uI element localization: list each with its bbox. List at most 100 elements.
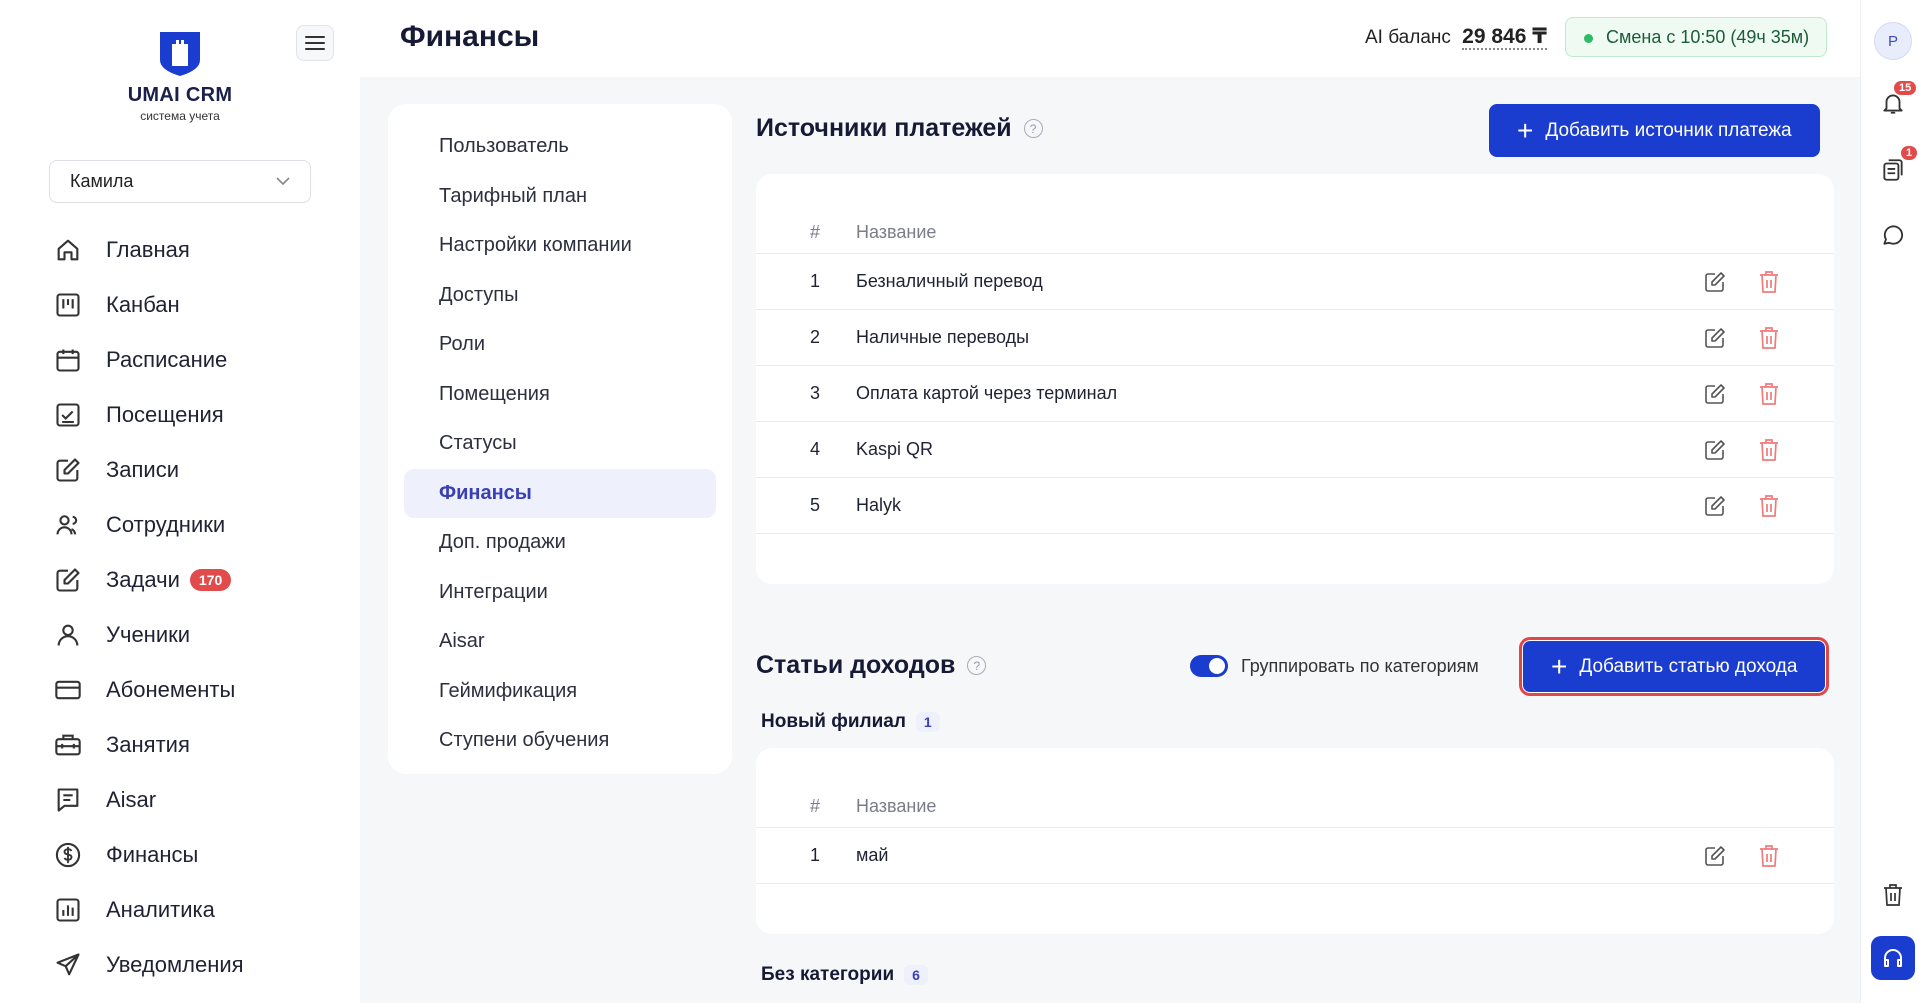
settings-menu-item[interactable]: Ступени обучения <box>404 716 716 766</box>
shift-status-text: Смена с 10:50 (49ч 35м) <box>1606 26 1810 47</box>
nav-item[interactable]: Канбан <box>52 277 342 332</box>
home-icon <box>52 234 84 266</box>
nav-item[interactable]: Aisar <box>52 772 342 827</box>
card-icon <box>52 674 84 706</box>
brand-name: UMAI CRM <box>127 84 233 106</box>
income-items-title: Статьи доходов ? <box>756 651 987 680</box>
user-icon <box>52 619 84 651</box>
edit-icon[interactable] <box>1702 493 1728 519</box>
nav-item[interactable]: Занятия <box>52 717 342 772</box>
help-icon[interactable]: ? <box>967 656 987 675</box>
documents-icon[interactable] <box>1878 155 1908 185</box>
delete-icon[interactable] <box>1756 437 1782 463</box>
table-row: 3 Оплата картой через терминал <box>756 366 1834 422</box>
support-button[interactable] <box>1871 936 1915 980</box>
shift-status[interactable]: Смена с 10:50 (49ч 35м) <box>1565 17 1828 57</box>
add-payment-source-button[interactable]: + Добавить источник платежа <box>1489 104 1820 157</box>
row-name: Halyk <box>856 495 902 515</box>
delete-icon[interactable] <box>1756 269 1782 295</box>
income-group-table: # Название 1 май <box>756 748 1834 934</box>
row-number: 1 <box>809 271 820 291</box>
nav-item[interactable]: Ученики <box>52 607 342 662</box>
row-number: 1 <box>809 845 820 865</box>
ai-balance[interactable]: AI баланс 29 846 ₸ <box>1365 24 1547 50</box>
settings-menu-item[interactable]: Пользователь <box>404 122 716 172</box>
group-name: Без категории <box>761 964 895 985</box>
nav-item-label: Уведомления <box>106 951 244 977</box>
table-row: 2 Наличные переводы <box>756 310 1834 366</box>
table-row: 5 Halyk <box>756 478 1834 534</box>
sidebar: UMAI CRM система учета Камила Главная Кан… <box>0 0 360 1003</box>
nav-item[interactable]: Уведомления <box>52 937 342 992</box>
headset-icon <box>1884 949 1902 967</box>
group-by-category-toggle[interactable]: Группировать по категориям <box>1190 655 1479 677</box>
add-payment-source-label: Добавить источник платежа <box>1545 119 1792 141</box>
settings-menu-item[interactable]: Интеграции <box>404 568 716 618</box>
settings-menu-item[interactable]: Доступы <box>404 271 716 321</box>
help-icon[interactable]: ? <box>1023 119 1043 138</box>
branch-select-value: Камила <box>70 171 134 191</box>
settings-menu: Пользователь Тарифный план Настройки компа… <box>388 104 732 774</box>
nav-item-label: Канбан <box>106 291 180 317</box>
group-count: 1 <box>915 712 940 732</box>
settings-menu-item[interactable]: Доп. продажи <box>404 518 716 568</box>
toggle-switch[interactable] <box>1190 655 1228 677</box>
table-row: 1 Безналичный перевод <box>756 254 1834 310</box>
settings-menu-item[interactable]: Настройки компании <box>404 221 716 271</box>
settings-menu-item[interactable]: Финансы <box>404 468 716 518</box>
delete-icon[interactable] <box>1756 493 1782 519</box>
plus-icon: + <box>1517 114 1534 146</box>
edit-icon[interactable] <box>1702 325 1728 351</box>
send-icon <box>52 949 84 981</box>
group-count: 6 <box>904 965 928 985</box>
col-num-header: # <box>809 222 820 242</box>
table-header: # Название <box>756 210 1834 254</box>
delete-icon[interactable] <box>1756 381 1782 407</box>
nav-item[interactable]: Посещения <box>52 387 342 442</box>
add-income-item-button[interactable]: + Добавить статью дохода <box>1518 637 1830 696</box>
top-header: Финансы AI баланс 29 846 ₸ Смена с 10:50… <box>360 0 1860 77</box>
table-header: # Название <box>756 784 1834 828</box>
delete-icon[interactable] <box>1756 843 1782 869</box>
nav-item-label: Aisar <box>106 786 157 812</box>
settings-menu-item[interactable]: Aisar <box>404 617 716 667</box>
branch-select[interactable]: Камила <box>49 160 311 203</box>
settings-menu-item[interactable]: Геймификация <box>404 667 716 717</box>
delete-icon[interactable] <box>1756 325 1782 351</box>
dollar-icon <box>52 839 84 871</box>
add-income-item-label: Добавить статью дохода <box>1579 655 1798 677</box>
page-title: Финансы <box>400 20 540 53</box>
documents-badge: 1 <box>1901 146 1918 160</box>
avatar[interactable]: P <box>1874 22 1912 60</box>
edit-icon[interactable] <box>1702 437 1728 463</box>
nav-item[interactable]: Финансы <box>52 827 342 882</box>
nav-item[interactable]: Расписание <box>52 332 342 387</box>
settings-menu-item[interactable]: Роли <box>404 320 716 370</box>
nav-item-label: Записи <box>106 456 180 482</box>
row-name: Наличные переводы <box>856 327 1030 347</box>
nav-item[interactable]: Задачи 170 <box>52 552 342 607</box>
trash-icon[interactable] <box>1878 880 1908 910</box>
nav-item[interactable]: Аналитика <box>52 882 342 937</box>
nav-item[interactable]: Абонементы <box>52 662 342 717</box>
settings-menu-item[interactable]: Тарифный план <box>404 172 716 222</box>
logo[interactable]: UMAI CRM система учета <box>110 30 250 123</box>
edit-icon[interactable] <box>1702 381 1728 407</box>
ai-balance-label: AI баланс <box>1365 27 1451 48</box>
menu-toggle-button[interactable] <box>296 25 334 61</box>
nav-item[interactable]: Записи <box>52 442 342 497</box>
col-num-header: # <box>809 796 820 816</box>
edit-icon[interactable] <box>1702 269 1728 295</box>
nav-item-label: Ученики <box>106 621 191 647</box>
nav-item[interactable]: Главная <box>52 222 342 277</box>
shield-logo-icon <box>158 30 202 78</box>
table-row: 1 май <box>756 828 1834 884</box>
nav-item[interactable]: Сотрудники <box>52 497 342 552</box>
attendance-icon <box>52 399 84 431</box>
row-number: 4 <box>809 439 820 459</box>
settings-menu-item[interactable]: Помещения <box>404 370 716 420</box>
brand-subtitle: система учета <box>140 109 220 123</box>
chat-icon[interactable] <box>1878 220 1908 250</box>
settings-menu-item[interactable]: Статусы <box>404 419 716 469</box>
edit-icon[interactable] <box>1702 843 1728 869</box>
